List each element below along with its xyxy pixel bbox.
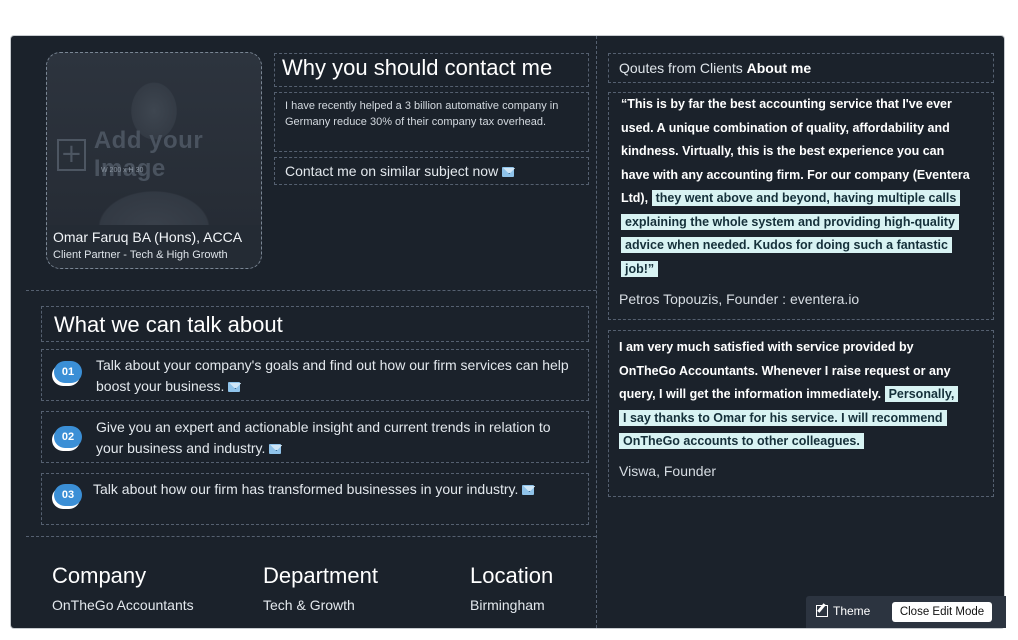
topic-number-badge: 01: [54, 361, 82, 383]
close-edit-mode-button[interactable]: Close Edit Mode: [892, 602, 992, 622]
section-divider: [26, 290, 596, 291]
page-canvas: + Add your Image W 200 x H 30 Omar Faruq…: [11, 36, 1004, 628]
topic-item: 02 Give you an expert and actionable ins…: [41, 411, 589, 463]
quote-text: I am very much satisfied with service pr…: [619, 336, 961, 454]
envelope-icon[interactable]: [228, 382, 241, 392]
contact-cta-box[interactable]: Contact me on similar subject now: [274, 157, 589, 185]
theme-button[interactable]: Theme: [816, 604, 870, 618]
profile-role: Client Partner - Tech & High Growth: [53, 249, 228, 261]
company-value: OnTheGo Accountants: [52, 597, 194, 613]
department-label: Department: [263, 563, 378, 588]
topic-item: 01 Talk about your company's goals and f…: [41, 349, 589, 401]
paint-brush-icon: [816, 605, 828, 617]
image-size-hint: W 200 x H 30: [101, 167, 144, 174]
topic-text: Give you an expert and actionable insigh…: [96, 419, 551, 456]
why-body-box: I have recently helped a 3 billion autom…: [274, 92, 589, 152]
profile-name-block: Omar Faruq BA (Hons), ACCA Client Partne…: [47, 225, 261, 268]
profile-photo-card[interactable]: + Add your Image W 200 x H 30 Omar Faruq…: [46, 52, 262, 269]
quote-text: “This is by far the best accounting serv…: [621, 97, 970, 277]
quotes-header: Qoutes from Clients About me: [619, 60, 812, 76]
why-body: I have recently helped a 3 billion autom…: [285, 100, 559, 128]
envelope-icon[interactable]: [522, 485, 535, 495]
quote-author: Viswa, Founder: [619, 463, 717, 479]
quote-author: Petros Topouzis, Founder : eventera.io: [619, 291, 860, 307]
company-label: Company: [52, 563, 147, 588]
why-title: Why you should contact me: [282, 55, 553, 80]
quote-card: “This is by far the best accounting serv…: [608, 92, 994, 320]
talk-title-box: What we can talk about: [41, 306, 589, 342]
quote-highlight: they went above and beyond, having multi…: [621, 190, 961, 277]
add-image-label: Add your Image: [93, 127, 204, 182]
envelope-icon[interactable]: [269, 444, 282, 454]
topic-item: 03 Talk about how our firm has transform…: [41, 473, 589, 525]
profile-name: Omar Faruq BA (Hons), ACCA: [53, 229, 243, 245]
topic-number-badge: 03: [54, 484, 82, 506]
envelope-icon[interactable]: [502, 167, 515, 177]
add-image-placeholder[interactable]: + Add your Image: [57, 127, 261, 183]
location-value: Birmingham: [470, 597, 545, 613]
why-title-box: Why you should contact me: [274, 53, 589, 87]
edit-toolbar: Theme Close Edit Mode: [806, 596, 1006, 628]
topic-text: Talk about your company's goals and find…: [96, 357, 569, 394]
topic-text: Talk about how our firm has transformed …: [93, 479, 563, 500]
talk-title: What we can talk about: [54, 312, 283, 337]
plus-icon: +: [57, 139, 86, 171]
location-label: Location: [470, 563, 554, 588]
contact-cta-link[interactable]: Contact me on similar subject now: [285, 163, 498, 179]
column-divider: [596, 36, 597, 628]
quote-card: I am very much satisfied with service pr…: [608, 330, 994, 497]
quotes-header-box: Qoutes from Clients About me: [608, 53, 994, 83]
department-value: Tech & Growth: [263, 597, 355, 613]
topic-number-badge: 02: [54, 426, 82, 448]
section-divider: [26, 536, 596, 537]
